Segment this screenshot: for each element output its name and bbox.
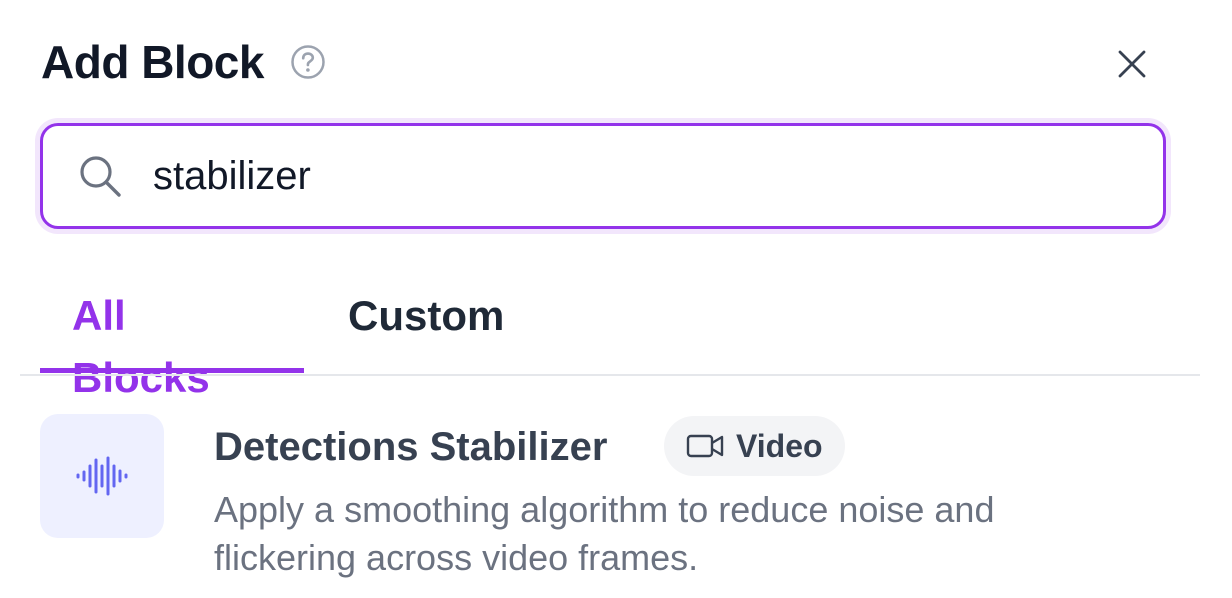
- tab-all-blocks[interactable]: All Blocks: [40, 285, 304, 401]
- tab-custom[interactable]: Custom: [304, 285, 536, 373]
- close-x-icon: [1118, 50, 1146, 78]
- close-button[interactable]: [1112, 44, 1152, 84]
- search-box: [40, 123, 1166, 229]
- block-tabs: All Blocks Custom: [40, 285, 536, 401]
- video-badge: Video: [664, 416, 845, 476]
- search-input[interactable]: [153, 153, 1053, 199]
- video-camera-icon: [686, 432, 726, 460]
- question-circle-icon[interactable]: [290, 44, 326, 80]
- block-icon-tile: [40, 414, 164, 538]
- panel-title: Add Block: [41, 36, 264, 88]
- block-title: Detections Stabilizer: [214, 425, 608, 469]
- panel-header: Add Block: [41, 36, 326, 88]
- badge-label: Video: [736, 427, 823, 464]
- tabs-divider: [20, 374, 1200, 376]
- block-result-item[interactable]: Detections Stabilizer Video Apply a smoo…: [40, 414, 1200, 584]
- search-icon: [77, 153, 123, 199]
- add-block-panel: Add Block All Blocks Custom: [0, 0, 1232, 598]
- waveform-icon: [76, 456, 128, 496]
- block-description: Apply a smoothing algorithm to reduce no…: [214, 489, 995, 578]
